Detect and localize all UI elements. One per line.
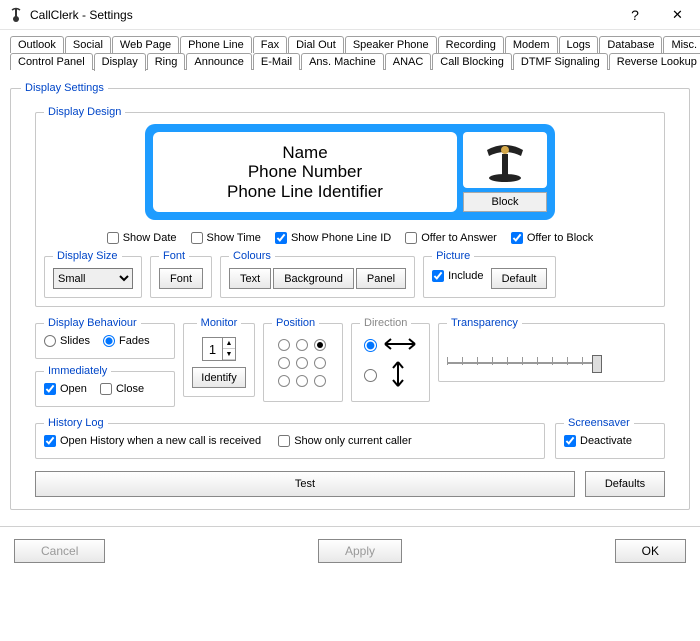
position-option-8[interactable] (314, 375, 326, 387)
tab-modem[interactable]: Modem (505, 36, 558, 53)
tab-ans-machine[interactable]: Ans. Machine (301, 53, 384, 70)
arrow-vertical-icon (391, 360, 405, 391)
behaviour-fades-radio[interactable]: Fades (103, 335, 150, 347)
position-option-0[interactable] (278, 339, 290, 351)
history-only-current-checkbox[interactable]: Show only current caller (278, 435, 411, 447)
monitor-spinner[interactable]: 1 ▲ ▼ (202, 337, 236, 361)
picture-group: Picture Include Default (423, 250, 556, 298)
show-date-checkbox[interactable]: Show Date (107, 232, 177, 244)
tab-reverse-lookup[interactable]: Reverse Lookup (609, 53, 700, 70)
direction-horizontal-radio[interactable] (364, 339, 377, 352)
position-grid[interactable] (272, 335, 334, 393)
tab-speaker-phone[interactable]: Speaker Phone (345, 36, 437, 53)
tab-call-blocking[interactable]: Call Blocking (432, 53, 512, 70)
tab-recording[interactable]: Recording (438, 36, 504, 53)
display-design-legend: Display Design (44, 106, 125, 118)
picture-default-button[interactable]: Default (491, 268, 548, 289)
tab-e-mail[interactable]: E-Mail (253, 53, 300, 70)
preview-picture (463, 132, 547, 188)
colour-background-button[interactable]: Background (273, 268, 354, 289)
colour-panel-button[interactable]: Panel (356, 268, 406, 289)
display-behaviour-group: Display Behaviour Slides Fades (35, 317, 175, 359)
tab-announce[interactable]: Announce (186, 53, 252, 70)
tab-phone-line[interactable]: Phone Line (180, 36, 252, 53)
history-open-checkbox[interactable]: Open History when a new call is received (44, 435, 261, 447)
offer-to-block-checkbox[interactable]: Offer to Block (511, 232, 593, 244)
dialog-button-bar: Cancel Apply OK (0, 527, 700, 575)
screensaver-group: Screensaver Deactivate (555, 417, 665, 459)
direction-group: Direction (351, 317, 430, 402)
monitor-down-icon[interactable]: ▼ (223, 349, 235, 360)
tab-database[interactable]: Database (599, 36, 662, 53)
tab-social[interactable]: Social (65, 36, 111, 53)
arrow-horizontal-icon (383, 337, 417, 354)
preview-line-name: Name (157, 143, 453, 163)
preview-text-panel: Name Phone Number Phone Line Identifier (153, 132, 457, 212)
test-button[interactable]: Test (35, 471, 575, 497)
help-button[interactable]: ? (615, 0, 655, 30)
position-group: Position (263, 317, 343, 402)
monitor-group: Monitor 1 ▲ ▼ Identify (183, 317, 255, 397)
tab-ring[interactable]: Ring (147, 53, 186, 70)
immediately-open-checkbox[interactable]: Open (44, 383, 87, 395)
colours-group: Colours Text Background Panel (220, 250, 415, 298)
tab-outlook[interactable]: Outlook (10, 36, 64, 53)
font-group: Font Font (150, 250, 212, 298)
cancel-button[interactable]: Cancel (14, 539, 105, 563)
immediately-close-checkbox[interactable]: Close (100, 383, 144, 395)
immediately-group: Immediately Open Close (35, 365, 175, 407)
direction-vertical-radio[interactable] (364, 369, 377, 382)
identify-button[interactable]: Identify (192, 367, 246, 388)
titlebar: CallClerk - Settings ? ✕ (0, 0, 700, 30)
monitor-up-icon[interactable]: ▲ (223, 338, 235, 349)
monitor-value: 1 (203, 338, 223, 360)
display-size-group: Display Size SmallMediumLarge (44, 250, 142, 298)
preview-line-identifier: Phone Line Identifier (157, 182, 453, 202)
app-icon (8, 7, 24, 23)
window-title: CallClerk - Settings (30, 8, 133, 22)
position-option-5[interactable] (314, 357, 326, 369)
display-settings-legend: Display Settings (21, 82, 108, 94)
transparency-group: Transparency (438, 317, 665, 382)
position-option-1[interactable] (296, 339, 308, 351)
tab-dial-out[interactable]: Dial Out (288, 36, 344, 53)
close-button[interactable]: ✕ (655, 0, 700, 30)
display-design-group: Display Design Name Phone Number Phone L… (35, 106, 665, 307)
offer-to-answer-checkbox[interactable]: Offer to Answer (405, 232, 497, 244)
history-log-group: History Log Open History when a new call… (35, 417, 545, 459)
position-option-2[interactable] (314, 339, 326, 351)
defaults-button[interactable]: Defaults (585, 471, 665, 497)
picture-include-checkbox[interactable]: Include (432, 270, 483, 282)
apply-button[interactable]: Apply (318, 539, 402, 563)
tab-display[interactable]: Display (94, 53, 146, 71)
position-option-7[interactable] (296, 375, 308, 387)
show-phone-line-id-checkbox[interactable]: Show Phone Line ID (275, 232, 391, 244)
colour-text-button[interactable]: Text (229, 268, 271, 289)
tab-web-page[interactable]: Web Page (112, 36, 179, 53)
position-option-6[interactable] (278, 375, 290, 387)
tab-logs[interactable]: Logs (559, 36, 599, 53)
behaviour-slides-radio[interactable]: Slides (44, 335, 90, 347)
show-time-checkbox[interactable]: Show Time (191, 232, 261, 244)
tab-fax[interactable]: Fax (253, 36, 287, 53)
preview-line-number: Phone Number (157, 162, 453, 182)
font-button[interactable]: Font (159, 268, 203, 289)
tab-dtmf-signaling[interactable]: DTMF Signaling (513, 53, 608, 70)
transparency-thumb[interactable] (592, 355, 602, 373)
screensaver-deactivate-checkbox[interactable]: Deactivate (564, 435, 632, 447)
preview-block-button[interactable]: Block (463, 192, 547, 212)
transparency-slider[interactable] (447, 353, 597, 373)
display-preview: Name Phone Number Phone Line Identifier (145, 124, 555, 220)
position-option-3[interactable] (278, 357, 290, 369)
tab-misc-[interactable]: Misc. (663, 36, 700, 53)
display-settings-group: Display Settings Display Design Name Pho… (10, 82, 690, 510)
tab-strip: OutlookSocialWeb PagePhone LineFaxDial O… (10, 36, 690, 70)
display-size-select[interactable]: SmallMediumLarge (53, 268, 133, 289)
tab-control-panel[interactable]: Control Panel (10, 53, 93, 70)
position-option-4[interactable] (296, 357, 308, 369)
tab-anac[interactable]: ANAC (385, 53, 432, 70)
ok-button[interactable]: OK (615, 539, 686, 563)
